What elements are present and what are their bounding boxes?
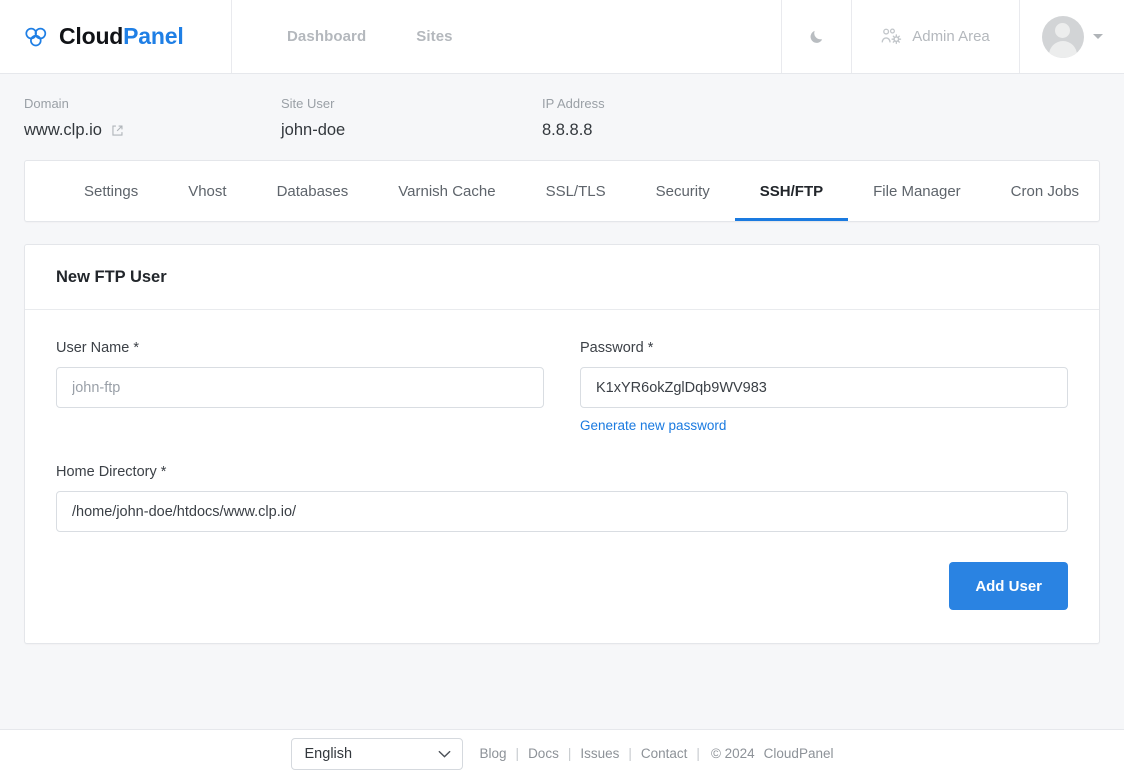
footer-separator: | (568, 746, 572, 761)
site-user-label: Site User (281, 96, 542, 111)
avatar-head (1055, 23, 1070, 38)
domain-value-wrap: www.clp.io (24, 121, 281, 140)
user-name-label: User Name * (56, 340, 544, 356)
tab-ssh-ftp[interactable]: SSH/FTP (735, 161, 848, 221)
home-directory-input[interactable] (56, 491, 1068, 532)
footer-separator: | (516, 746, 520, 761)
tab-security[interactable]: Security (631, 161, 735, 221)
footer-link-blog[interactable]: Blog (480, 746, 507, 761)
brand-name-panel: Panel (123, 23, 183, 49)
dark-mode-toggle[interactable] (782, 0, 852, 73)
user-name-input[interactable] (56, 367, 544, 408)
footer-separator: | (696, 746, 700, 761)
main-navigation: Dashboard Sites (232, 0, 782, 73)
site-info-domain: Domain www.clp.io (24, 96, 281, 140)
user-menu-button[interactable] (1020, 0, 1124, 73)
caret-down-icon (1093, 34, 1103, 39)
ip-address-value: 8.8.8.8 (542, 121, 605, 140)
users-gear-icon (881, 28, 903, 46)
footer-copyright: © 2024 (711, 746, 755, 761)
site-user-value: john-doe (281, 121, 542, 140)
tab-varnish-cache[interactable]: Varnish Cache (373, 161, 520, 221)
field-group-password: Password * Generate new password (580, 340, 1068, 435)
moon-icon (808, 28, 825, 45)
site-info-ip-address: IP Address 8.8.8.8 (542, 96, 605, 140)
form-actions: Add User (56, 562, 1068, 610)
field-group-user-name: User Name * (56, 340, 544, 435)
tab-settings[interactable]: Settings (59, 161, 163, 221)
admin-area-label: Admin Area (912, 28, 990, 45)
cloud-icon (22, 23, 50, 51)
brand-name-cloud: Cloud (59, 23, 123, 49)
card-body: User Name * Password * Generate new pass… (25, 310, 1099, 643)
nav-item-dashboard[interactable]: Dashboard (287, 28, 366, 45)
new-ftp-user-card: New FTP User User Name * Password * Gene… (24, 244, 1100, 644)
site-info-site-user: Site User john-doe (281, 96, 542, 140)
language-select[interactable]: English (291, 738, 463, 770)
footer-links: Blog | Docs | Issues | Contact | © 2024 … (480, 746, 834, 761)
nav-item-sites[interactable]: Sites (416, 28, 452, 45)
password-input[interactable] (580, 367, 1068, 408)
external-link-icon[interactable] (111, 124, 124, 137)
tab-cron-jobs[interactable]: Cron Jobs (986, 161, 1100, 221)
admin-area-link[interactable]: Admin Area (852, 0, 1020, 73)
add-user-button[interactable]: Add User (949, 562, 1068, 610)
page-footer: English Blog | Docs | Issues | Contact |… (0, 729, 1124, 777)
tab-bar: Settings Vhost Databases Varnish Cache S… (24, 160, 1100, 222)
footer-link-docs[interactable]: Docs (528, 746, 559, 761)
footer-brand: CloudPanel (764, 746, 834, 761)
top-header: CloudPanel Dashboard Sites Admin Area (0, 0, 1124, 74)
language-select-value: English (305, 746, 353, 762)
field-group-home-directory: Home Directory * (56, 464, 1068, 532)
avatar-body (1049, 41, 1077, 58)
card-title: New FTP User (56, 268, 1068, 287)
generate-new-password-link[interactable]: Generate new password (580, 418, 726, 433)
footer-link-issues[interactable]: Issues (580, 746, 619, 761)
tab-file-manager[interactable]: File Manager (848, 161, 986, 221)
footer-separator: | (628, 746, 632, 761)
tab-databases[interactable]: Databases (252, 161, 374, 221)
card-header: New FTP User (25, 245, 1099, 310)
footer-link-contact[interactable]: Contact (641, 746, 688, 761)
ip-address-label: IP Address (542, 96, 605, 111)
tab-ssl-tls[interactable]: SSL/TLS (521, 161, 631, 221)
form-row-credentials: User Name * Password * Generate new pass… (56, 340, 1068, 435)
domain-label: Domain (24, 96, 281, 111)
avatar (1042, 16, 1084, 58)
chevron-down-icon (438, 750, 451, 758)
brand-name: CloudPanel (59, 23, 184, 50)
home-directory-label: Home Directory * (56, 464, 1068, 480)
brand-logo-link[interactable]: CloudPanel (0, 0, 232, 73)
password-label: Password * (580, 340, 1068, 356)
form-row-home-directory: Home Directory * (56, 464, 1068, 532)
domain-value: www.clp.io (24, 121, 102, 140)
site-info-bar: Domain www.clp.io Site User john-doe IP … (0, 74, 1124, 160)
tab-vhost[interactable]: Vhost (163, 161, 251, 221)
